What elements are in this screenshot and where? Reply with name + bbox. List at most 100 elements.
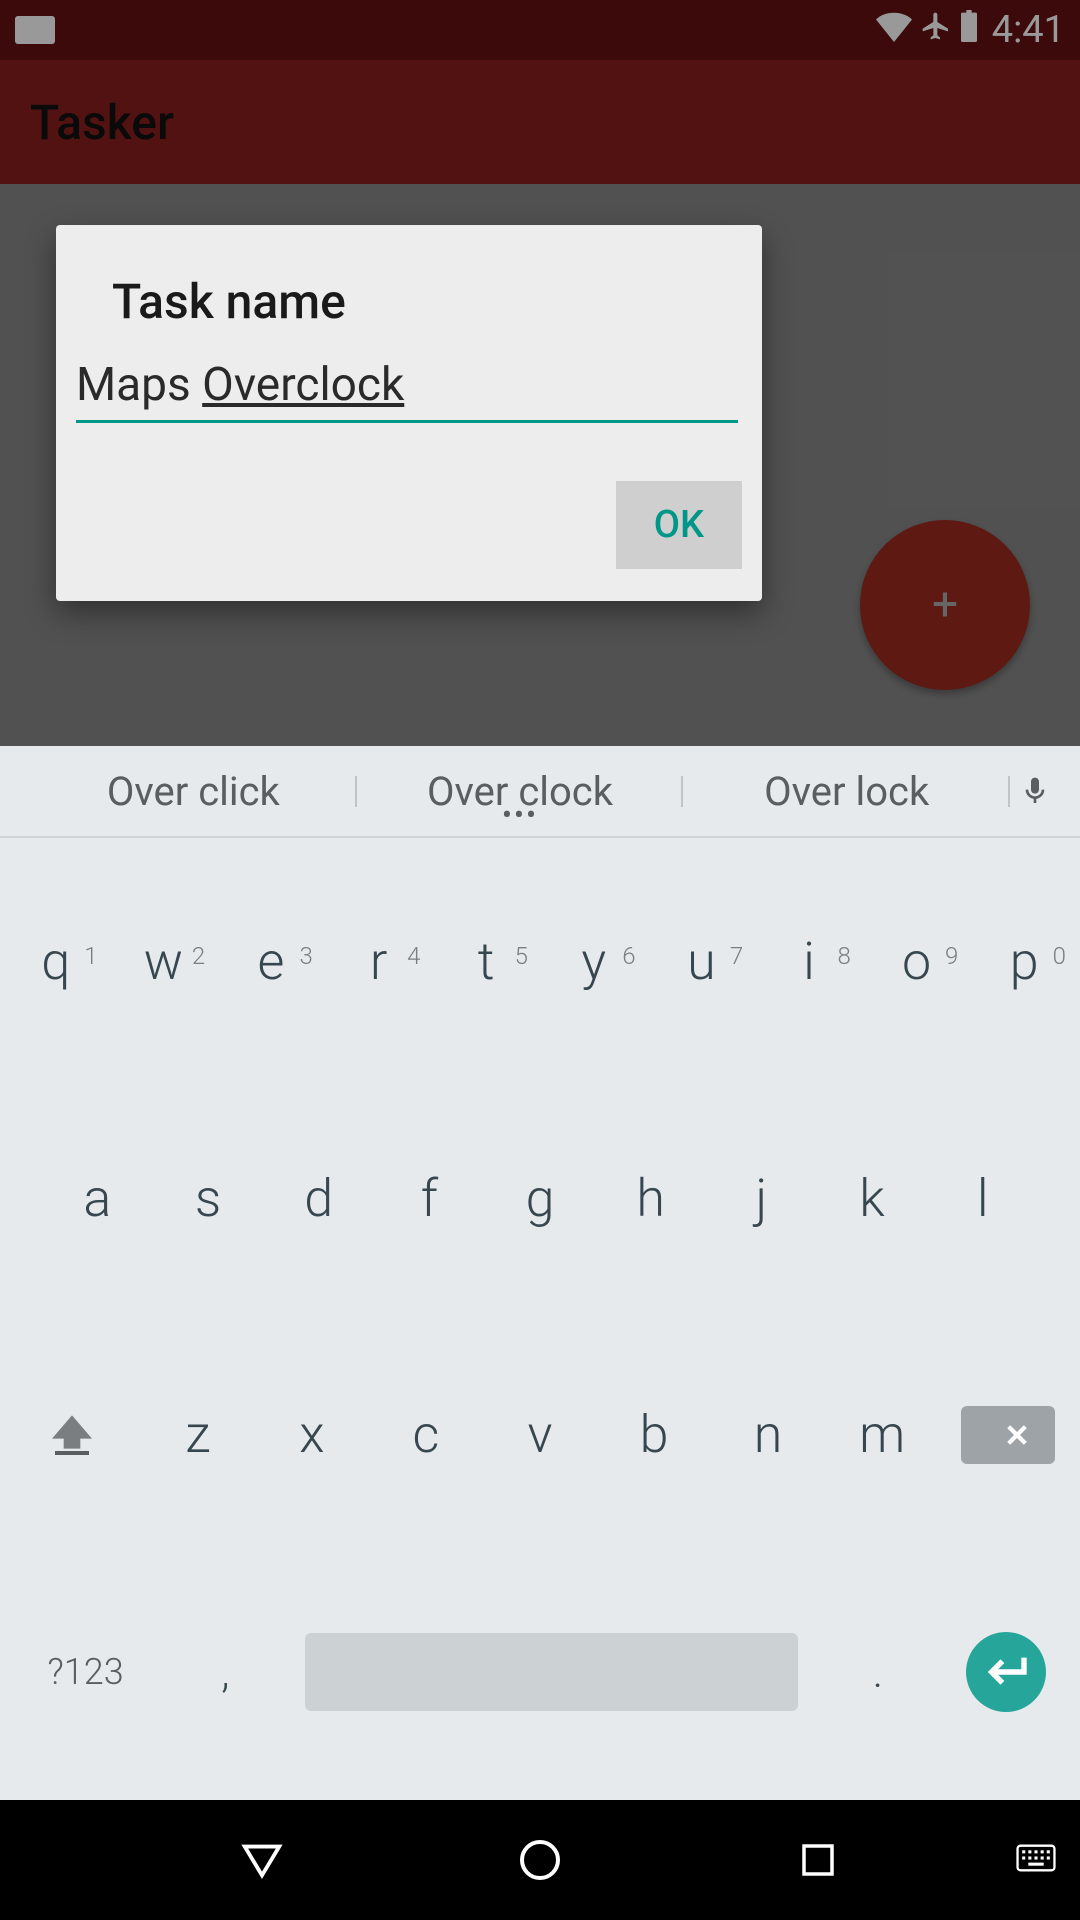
suggestion-bar: Over click Over clock ••• Over lock <box>0 746 1080 838</box>
key-z[interactable]: z <box>141 1409 255 1461</box>
key-hint: 4 <box>407 942 420 970</box>
key-row-2: a sdfgh jkl <box>2 1081 1078 1318</box>
mic-button[interactable] <box>1010 770 1060 812</box>
key-q[interactable]: 1q <box>2 936 110 988</box>
key-x[interactable]: x <box>255 1409 369 1461</box>
shift-key[interactable] <box>4 1415 141 1455</box>
key-letter: i <box>803 936 815 988</box>
period-key[interactable]: . <box>820 1646 937 1698</box>
key-rows: 1q2w3e4r5t6y7u8i9o0p asdfghjkl zxcvbnm ?… <box>0 838 1080 1800</box>
key-letter: h <box>636 1173 665 1225</box>
backspace-key[interactable] <box>939 1406 1076 1464</box>
key-j[interactable]: j <box>706 1173 817 1225</box>
symbols-key[interactable]: ?123 <box>4 1651 167 1693</box>
key-t[interactable]: 5t <box>432 936 540 988</box>
key-e[interactable]: 3e <box>217 936 325 988</box>
shift-icon <box>52 1415 92 1455</box>
suggestion-3[interactable]: Over lock <box>683 768 1010 815</box>
key-hint: 9 <box>945 942 958 970</box>
key-hint: 7 <box>730 942 743 970</box>
key-hint: 5 <box>515 942 528 970</box>
task-name-dialog: Task name Maps Overclock OK <box>56 225 762 601</box>
status-left <box>15 16 55 44</box>
key-letter: c <box>413 1409 440 1461</box>
key-g[interactable]: g <box>485 1173 596 1225</box>
wifi-icon <box>876 8 912 52</box>
dialog-actions: OK <box>76 481 742 569</box>
backspace-icon <box>961 1406 1055 1464</box>
key-letter: n <box>754 1409 783 1461</box>
key-hint: 8 <box>837 942 850 970</box>
comma-key[interactable]: , <box>167 1646 284 1698</box>
status-time: 4:41 <box>992 8 1065 52</box>
nav-bar <box>0 1800 1080 1920</box>
task-name-input-wrap[interactable]: Maps Overclock <box>76 358 742 423</box>
key-letter: y <box>581 936 606 988</box>
key-b[interactable]: b <box>597 1409 711 1461</box>
suggestion-2[interactable]: Over clock ••• <box>357 768 684 815</box>
key-h[interactable]: h <box>595 1173 706 1225</box>
key-letter: r <box>370 936 388 988</box>
key-a[interactable]: a <box>42 1173 153 1225</box>
key-s[interactable]: s <box>153 1173 264 1225</box>
enter-icon <box>966 1632 1046 1712</box>
key-row-1: 1q2w3e4r5t6y7u8i9o0p <box>2 844 1078 1081</box>
key-hint: 6 <box>622 942 635 970</box>
key-hint: 0 <box>1053 942 1066 970</box>
battery-icon <box>960 8 978 52</box>
suggestion-1[interactable]: Over click <box>30 768 357 815</box>
key-i[interactable]: 8i <box>755 936 863 988</box>
key-letter: e <box>258 936 285 988</box>
key-v[interactable]: v <box>483 1409 597 1461</box>
key-letter: f <box>421 1173 438 1225</box>
key-letter: t <box>478 936 495 988</box>
key-hint: 3 <box>299 942 312 970</box>
nav-home-button[interactable] <box>401 1836 679 1884</box>
key-n[interactable]: n <box>711 1409 825 1461</box>
key-p[interactable]: 0p <box>970 936 1078 988</box>
key-m[interactable]: m <box>825 1409 939 1461</box>
key-letter: w <box>144 936 183 988</box>
key-hint: 2 <box>192 942 205 970</box>
status-bar: 4:41 <box>0 0 1080 60</box>
key-hint: 1 <box>84 942 97 970</box>
key-letter: s <box>195 1173 221 1225</box>
dialog-title: Task name <box>112 273 742 330</box>
ok-button[interactable]: OK <box>616 481 742 569</box>
space-key[interactable] <box>284 1633 820 1711</box>
key-u[interactable]: 7u <box>648 936 756 988</box>
key-letter: a <box>83 1173 111 1225</box>
key-f[interactable]: f <box>374 1173 485 1225</box>
nav-ime-button[interactable] <box>1016 1843 1056 1877</box>
nav-recent-button[interactable] <box>679 1839 957 1881</box>
key-letter: m <box>859 1409 905 1461</box>
key-y[interactable]: 6y <box>540 936 648 988</box>
key-row-3: zxcvbnm <box>2 1317 1078 1554</box>
key-w[interactable]: 2w <box>110 936 218 988</box>
key-d[interactable]: d <box>263 1173 374 1225</box>
enter-key[interactable] <box>936 1632 1076 1712</box>
key-letter: x <box>299 1409 324 1461</box>
key-l[interactable]: l <box>927 1173 1038 1225</box>
key-letter: z <box>185 1409 210 1461</box>
fab-add-button[interactable]: + <box>860 520 1030 690</box>
notification-icon <box>15 16 55 44</box>
key-letter: q <box>41 936 70 988</box>
key-r[interactable]: 4r <box>325 936 433 988</box>
status-right: 4:41 <box>876 8 1065 52</box>
nav-back-button[interactable] <box>123 1837 401 1883</box>
key-letter: u <box>687 936 716 988</box>
key-letter: l <box>977 1173 989 1225</box>
key-letter: j <box>755 1173 767 1225</box>
key-k[interactable]: k <box>817 1173 928 1225</box>
task-name-input[interactable]: Maps Overclock <box>76 358 738 423</box>
key-row-4: ?123 , . <box>2 1554 1078 1791</box>
input-text-prefix: Maps <box>76 358 202 412</box>
key-letter: v <box>528 1409 553 1461</box>
key-o[interactable]: 9o <box>863 936 971 988</box>
app-bar: Tasker <box>0 60 1080 184</box>
airplane-icon <box>920 8 952 52</box>
key-c[interactable]: c <box>369 1409 483 1461</box>
key-letter: b <box>640 1409 669 1461</box>
keyboard: Over click Over clock ••• Over lock 1q2w… <box>0 746 1080 1800</box>
